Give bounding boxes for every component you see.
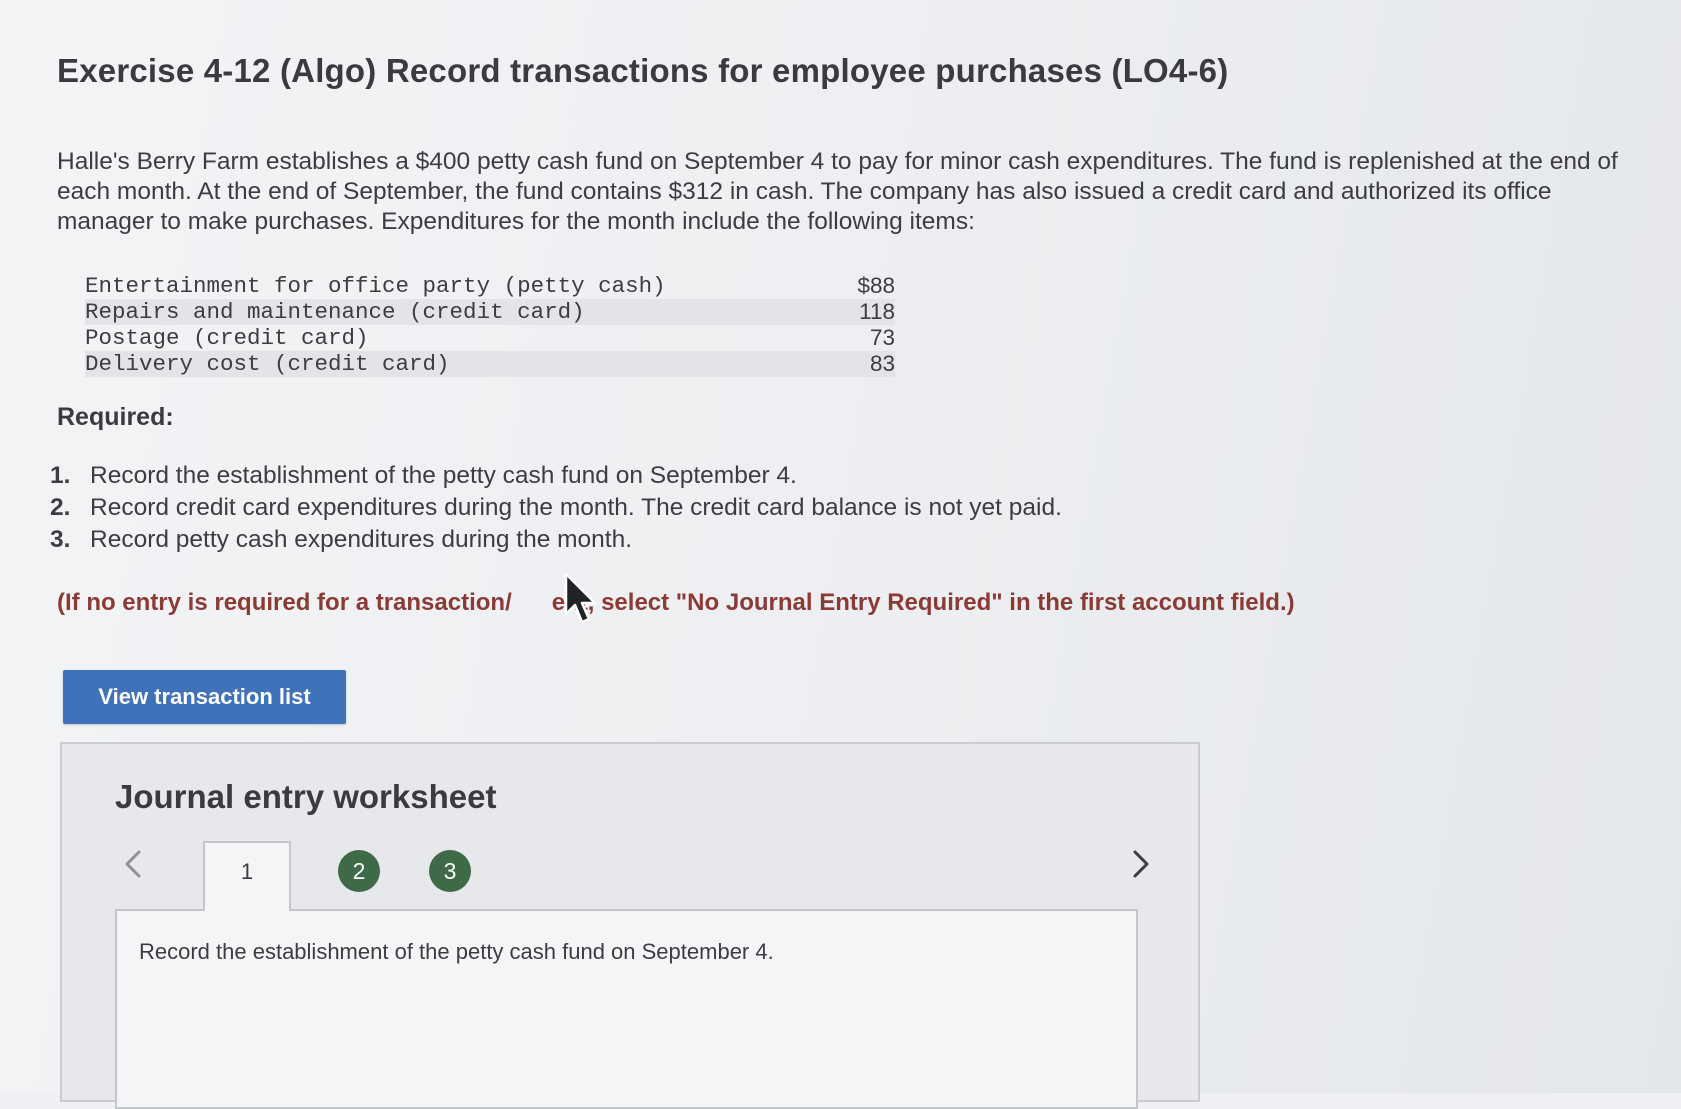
required-item-number: 1. — [50, 462, 71, 489]
expense-description: Delivery cost (credit card) — [85, 351, 450, 377]
problem-intro: Halle's Berry Farm establishes a $400 pe… — [57, 148, 1618, 235]
chevron-left-icon[interactable] — [117, 844, 147, 884]
required-list: 1. Record the establishment of the petty … — [50, 460, 1062, 556]
expense-amount: 73 — [869, 325, 895, 350]
required-item: 2. Record credit card expenditures during… — [50, 492, 1062, 524]
worksheet-panel: Record the establishment of the petty ca… — [115, 909, 1138, 1109]
expense-description: Entertainment for office party (petty ca… — [85, 273, 666, 299]
expense-amount: 118 — [859, 299, 895, 324]
view-transaction-list-button[interactable]: View transaction list — [63, 670, 346, 724]
expense-amount: 83 — [869, 351, 895, 376]
expense-row: Postage (credit card) 73 — [85, 325, 895, 351]
mouse-cursor-icon — [564, 572, 597, 624]
expense-row: Entertainment for office party (petty ca… — [85, 273, 895, 299]
required-item-number: 3. — [50, 526, 71, 553]
worksheet-tab-1[interactable]: 1 — [203, 841, 291, 911]
required-heading: Required: — [57, 403, 174, 431]
expense-amount: $88 — [857, 273, 895, 298]
expense-description: Postage (credit card) — [85, 325, 369, 351]
expense-row: Delivery cost (credit card) 83 — [85, 351, 895, 377]
page: Exercise 4-12 (Algo) Record transactions… — [0, 0, 1681, 1109]
worksheet-instruction: Record the establishment of the petty ca… — [139, 939, 774, 964]
instruction-note: (If no entry is required for a transacti… — [57, 589, 1295, 617]
required-item: 3. Record petty cash expenditures during … — [50, 524, 1062, 556]
worksheet-title: Journal entry worksheet — [115, 778, 497, 815]
worksheet-tab-3[interactable]: 3 — [429, 850, 471, 892]
expense-row: Repairs and maintenance (credit card) 11… — [85, 299, 895, 325]
expense-table: Entertainment for office party (petty ca… — [85, 273, 895, 377]
exercise-title: Exercise 4-12 (Algo) Record transactions… — [57, 52, 1229, 89]
journal-entry-worksheet: Journal entry worksheet 1 2 3 Record the… — [60, 742, 1200, 1109]
note-text-end: ent, select "No Journal Entry Required" … — [551, 589, 1295, 616]
required-item-number: 2. — [50, 494, 71, 521]
required-item-text: Record the establishment of the petty ca… — [90, 462, 797, 489]
required-item-text: Record petty cash expenditures during th… — [90, 526, 633, 553]
required-item: 1. Record the establishment of the petty … — [50, 460, 1062, 492]
chevron-right-icon[interactable] — [1127, 844, 1157, 884]
expense-description: Repairs and maintenance (credit card) — [85, 299, 585, 325]
note-text-start: (If no entry is required for a transacti… — [57, 589, 512, 616]
worksheet-tab-2[interactable]: 2 — [338, 850, 380, 892]
required-item-text: Record credit card expenditures during t… — [90, 494, 1062, 521]
